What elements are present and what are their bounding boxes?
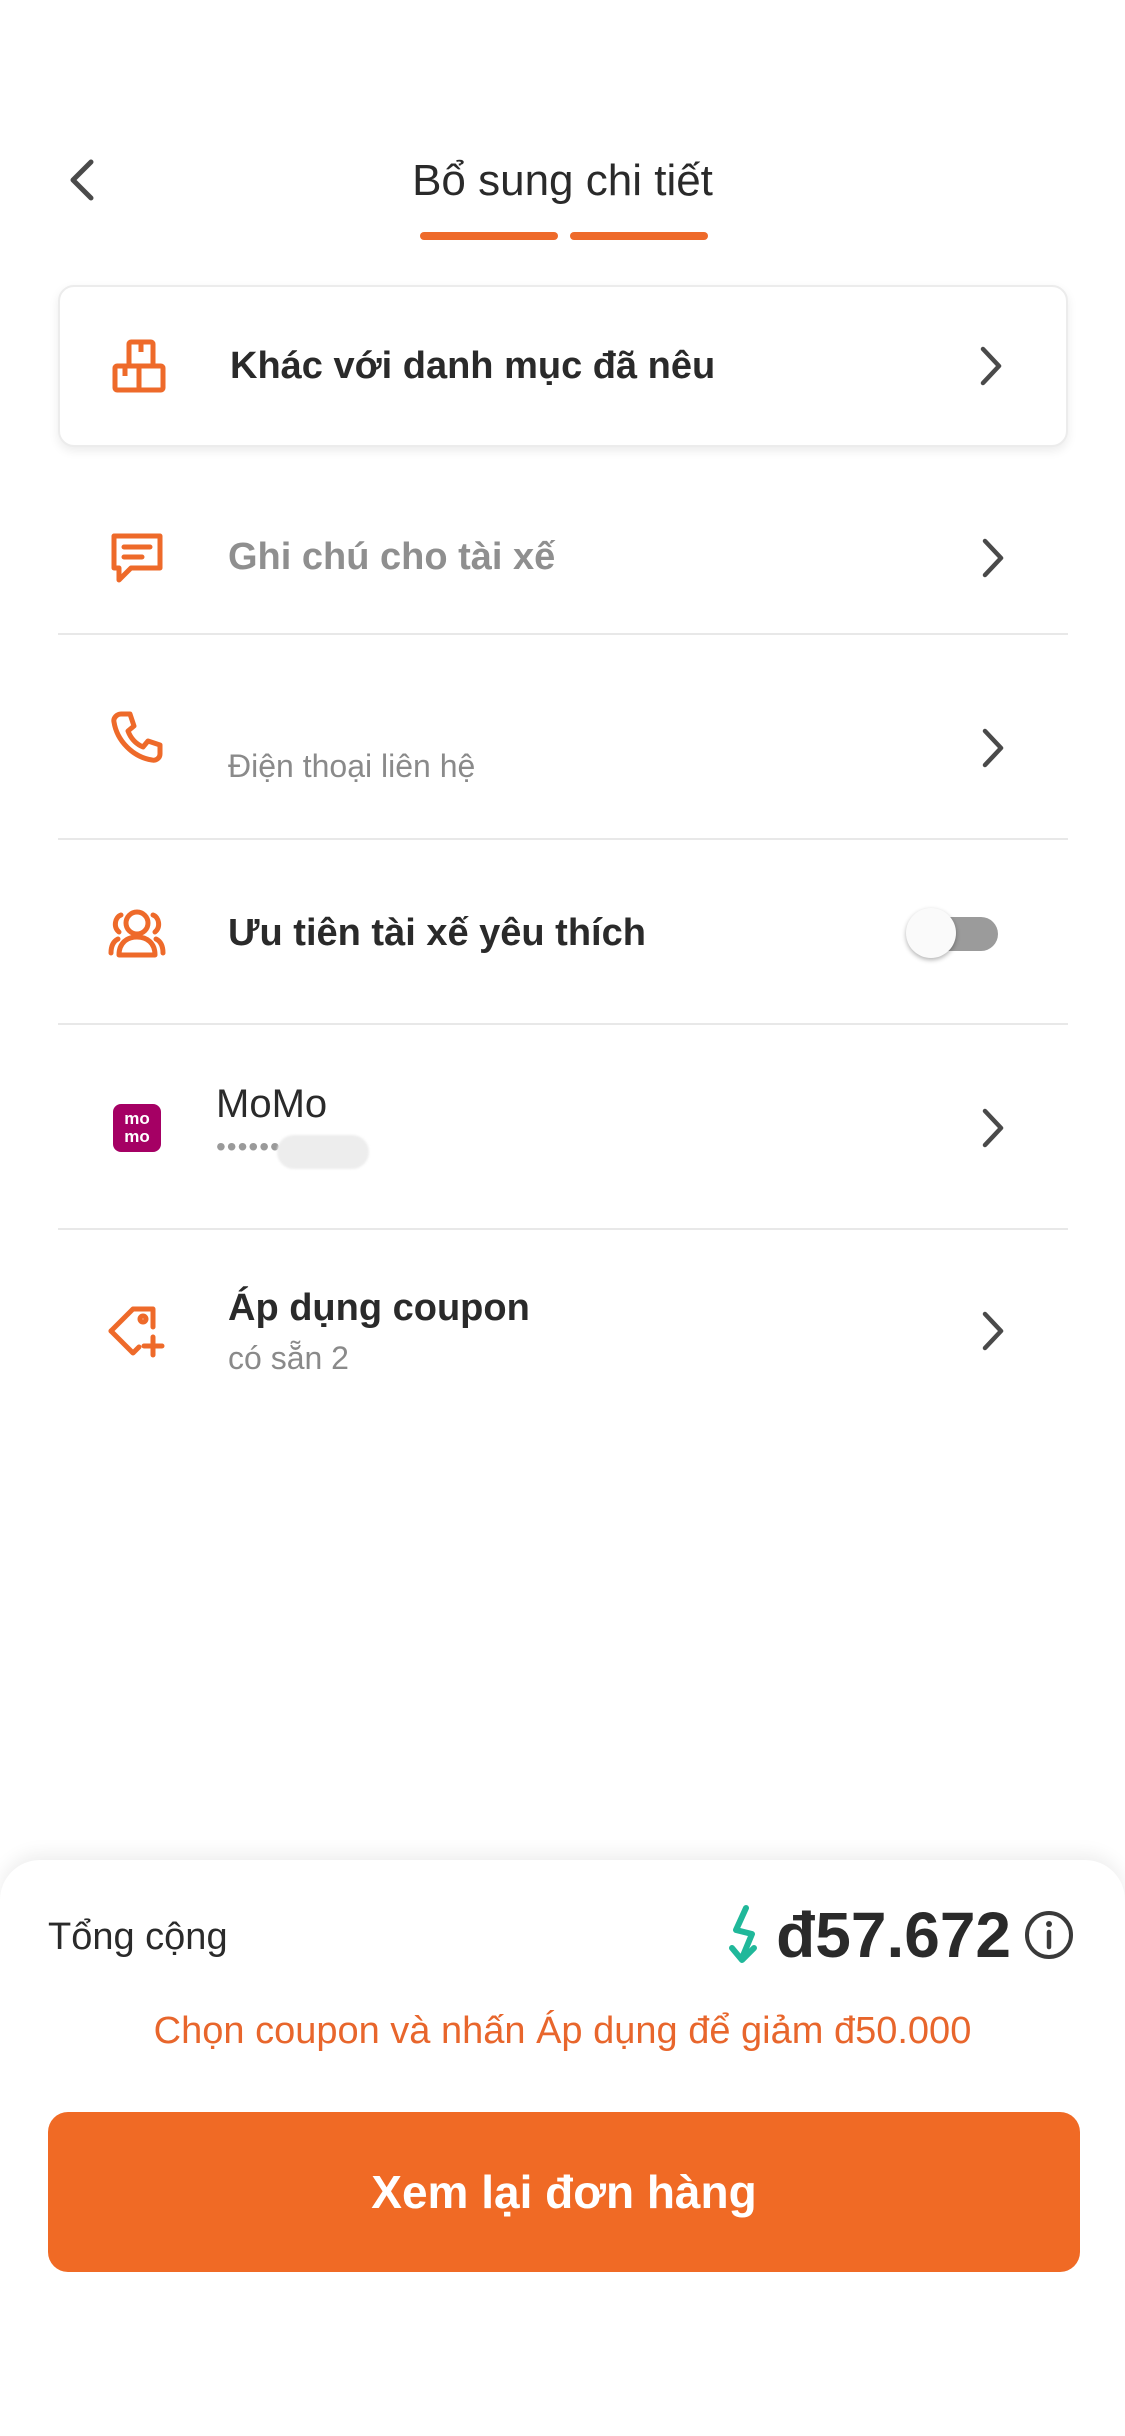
step-indicator [420,232,708,240]
coupon-label: Áp dụng coupon [228,1287,530,1329]
total-label: Tổng cộng [48,1916,228,1958]
total-amount: đ57.672 [724,1898,1075,1972]
tag-plus-icon [106,1300,168,1362]
coupon-promo-text: Chọn coupon và nhấn Áp dụng để giảm đ50.… [153,2010,972,2052]
users-icon [106,902,168,964]
coupon-available: có sẵn 2 [228,1340,349,1376]
favorite-driver-row: Ưu tiên tài xế yêu thích [58,868,1068,998]
header: Bổ sung chi tiết [0,130,1125,260]
category-label: Khác với danh mục đã nêu [230,344,716,387]
order-summary-sheet: Tổng cộng đ57.672 Chọn coupon và nhấn Áp… [0,1860,1125,2436]
payment-method-row[interactable]: mo mo MoMo •••••• [58,1060,1068,1195]
boxes-icon [108,335,170,397]
payment-account: •••••• [216,1131,369,1169]
total-price: đ57.672 [776,1899,1011,1971]
toggle-knob [906,908,956,958]
masked-account: •••••• [216,1131,281,1162]
coupon-row[interactable]: Áp dụng coupon có sẵn 2 [58,1263,1068,1398]
driver-note-row[interactable]: Ghi chú cho tài xế [58,490,1068,625]
favorite-driver-label: Ưu tiên tài xế yêu thích [228,911,646,954]
chevron-right-icon [971,336,1011,396]
contact-phone-row[interactable]: Điện thoại liên hệ [58,660,1068,835]
blurred-account [276,1134,369,1169]
divider [58,1023,1068,1025]
momo-badge: mo mo [113,1103,161,1152]
review-order-button[interactable]: Xem lại đơn hàng [48,2112,1080,2272]
discount-arrow-icon [729,1905,758,1963]
page: Bổ sung chi tiết Khác với danh mục đã nê… [0,0,1125,2436]
chevron-right-icon [973,718,1013,778]
divider [58,633,1068,635]
phone-icon [106,706,168,768]
chevron-right-icon [973,1301,1013,1361]
coupon-text: Áp dụng coupon có sẵn 2 [228,1287,530,1377]
step-2 [570,232,708,240]
divider [58,1228,1068,1230]
chevron-right-icon [973,528,1013,588]
message-icon [106,527,168,589]
step-1 [420,232,558,240]
driver-note-label: Ghi chú cho tài xế [228,536,556,578]
page-title: Bổ sung chi tiết [412,156,713,205]
payment-label: MoMo [216,1082,328,1126]
category-row[interactable]: Khác với danh mục đã nêu [58,285,1068,447]
divider [58,838,1068,840]
momo-icon: mo mo [106,1097,168,1159]
favorite-driver-toggle[interactable] [906,908,998,958]
contact-phone-label: Điện thoại liên hệ [228,748,476,784]
payment-text: MoMo •••••• [216,1082,369,1169]
info-icon[interactable] [1023,1909,1075,1961]
chevron-right-icon [973,1098,1013,1158]
